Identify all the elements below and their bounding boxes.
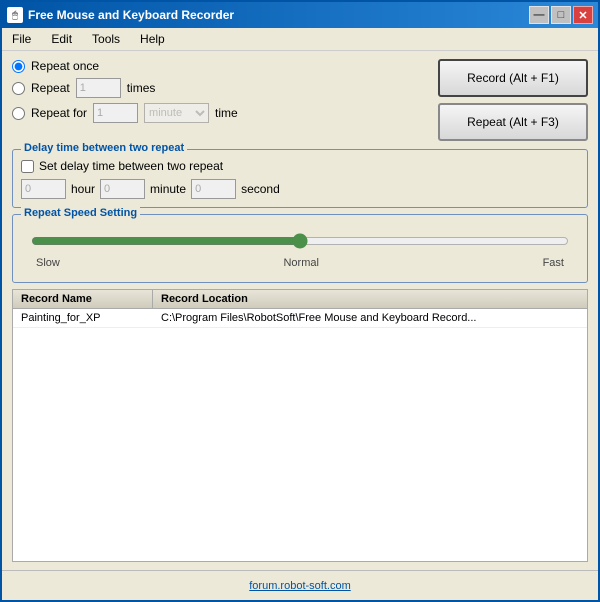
normal-label: Normal (283, 257, 318, 269)
speed-slider[interactable] (31, 233, 569, 249)
repeat-for-radio[interactable] (12, 107, 25, 120)
table-row[interactable]: Painting_for_XP C:\Program Files\RobotSo… (13, 309, 587, 328)
speed-group-title: Repeat Speed Setting (21, 207, 140, 219)
options-column: Repeat once Repeat times Repeat for minu… (12, 59, 428, 123)
footer: forum.robot-soft.com (2, 570, 598, 600)
window-title: Free Mouse and Keyboard Recorder (28, 8, 234, 22)
repeat-once-label: Repeat once (31, 59, 99, 73)
times-label: times (127, 81, 156, 95)
main-window: 🖱 Free Mouse and Keyboard Recorder — □ ✕… (0, 0, 600, 602)
fast-label: Fast (543, 257, 564, 269)
title-buttons: — □ ✕ (529, 6, 593, 24)
menu-edit[interactable]: Edit (46, 30, 77, 48)
second-input[interactable] (191, 179, 236, 199)
repeat-times-input[interactable] (76, 78, 121, 98)
repeat-times-radio[interactable] (12, 82, 25, 95)
repeat-unit-select[interactable]: minute hour second (144, 103, 209, 123)
slider-labels: Slow Normal Fast (31, 257, 569, 269)
minimize-button[interactable]: — (529, 6, 549, 24)
time-label: time (215, 106, 238, 120)
slow-label: Slow (36, 257, 60, 269)
repeat-for-input[interactable] (93, 103, 138, 123)
speed-group: Repeat Speed Setting Slow Normal Fast (12, 214, 588, 283)
records-table: Record Name Record Location Painting_for… (12, 289, 588, 562)
delay-group: Delay time between two repeat Set delay … (12, 149, 588, 208)
menu-tools[interactable]: Tools (87, 30, 125, 48)
repeat-times-row: Repeat times (12, 78, 428, 98)
app-icon: 🖱 (7, 7, 23, 23)
minute-label: minute (150, 182, 186, 196)
delay-checkbox[interactable] (21, 160, 34, 173)
content-area: Repeat once Repeat times Repeat for minu… (2, 51, 598, 570)
second-label: second (241, 182, 280, 196)
buttons-column: Record (Alt + F1) Repeat (Alt + F3) (438, 59, 588, 141)
repeat-label: Repeat (31, 81, 70, 95)
record-name-cell: Painting_for_XP (13, 309, 153, 327)
minute-input[interactable] (100, 179, 145, 199)
close-button[interactable]: ✕ (573, 6, 593, 24)
delay-checkbox-row: Set delay time between two repeat (21, 159, 579, 173)
time-row: hour minute second (21, 179, 579, 199)
menu-bar: File Edit Tools Help (2, 28, 598, 51)
repeat-button[interactable]: Repeat (Alt + F3) (438, 103, 588, 141)
title-bar: 🖱 Free Mouse and Keyboard Recorder — □ ✕ (2, 2, 598, 28)
repeat-for-label: Repeat for (31, 106, 87, 120)
hour-label: hour (71, 182, 95, 196)
footer-link[interactable]: forum.robot-soft.com (249, 580, 350, 592)
table-header: Record Name Record Location (13, 290, 587, 309)
delay-content: Set delay time between two repeat hour m… (21, 159, 579, 199)
maximize-button[interactable]: □ (551, 6, 571, 24)
delay-checkbox-label: Set delay time between two repeat (39, 159, 223, 173)
record-location-cell: C:\Program Files\RobotSoft\Free Mouse an… (153, 309, 587, 327)
record-button[interactable]: Record (Alt + F1) (438, 59, 588, 97)
repeat-once-row: Repeat once (12, 59, 428, 73)
delay-group-title: Delay time between two repeat (21, 142, 187, 154)
column-header-location: Record Location (153, 290, 587, 308)
hour-input[interactable] (21, 179, 66, 199)
menu-help[interactable]: Help (135, 30, 170, 48)
repeat-once-radio[interactable] (12, 60, 25, 73)
main-row: Repeat once Repeat times Repeat for minu… (12, 59, 588, 141)
column-header-name: Record Name (13, 290, 153, 308)
menu-file[interactable]: File (7, 30, 36, 48)
title-bar-left: 🖱 Free Mouse and Keyboard Recorder (7, 7, 234, 23)
slider-container: Slow Normal Fast (21, 220, 579, 274)
repeat-for-row: Repeat for minute hour second time (12, 103, 428, 123)
